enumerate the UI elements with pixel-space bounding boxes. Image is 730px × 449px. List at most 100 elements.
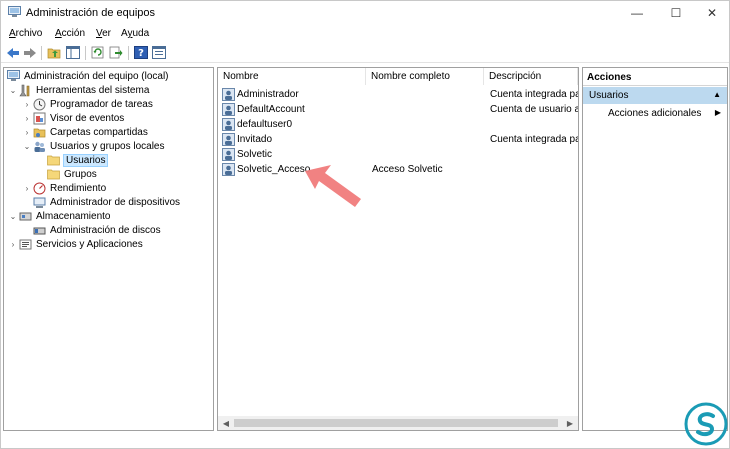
help-icon[interactable]: ? [133,45,149,60]
scroll-right-icon[interactable]: ▶ [563,417,577,429]
tree-groups[interactable]: Grupos [46,167,98,181]
svg-text:?: ? [138,48,144,59]
tree-label: Almacenamiento [36,210,111,222]
back-icon[interactable] [5,45,21,60]
tree-label: Usuarios [63,153,109,167]
column-header-description[interactable]: Descripción [484,68,578,85]
collapsed-chevron-icon[interactable]: › [22,125,32,139]
collapse-caret-icon[interactable]: ▲ [713,90,721,99]
menu-bar: Archivo Acción Ver Ayuda [1,26,729,43]
menu-label: Archivo [9,28,43,39]
user-full-name: Acceso Solvetic [372,164,443,175]
tree-storage[interactable]: ⌄ Almacenamiento [8,209,111,223]
user-name: Invitado [237,134,273,145]
close-button[interactable]: ✕ [694,1,730,25]
user-name: Solvetic [237,149,273,160]
expanded-chevron-icon[interactable]: ⌄ [22,139,32,153]
user-name: defaultuser0 [237,119,293,130]
table-row[interactable]: DefaultAccount Cuenta de usuario ad [222,102,578,117]
maximize-button[interactable]: ☐ [658,1,694,25]
tree-services-apps[interactable]: › Servicios y Aplicaciones [8,237,144,251]
export-list-icon[interactable] [108,45,124,60]
user-description: Cuenta integrada para [490,134,578,145]
minimize-button[interactable]: — [619,1,655,25]
collapsed-chevron-icon[interactable]: › [22,181,32,195]
table-row[interactable]: Solvetic [222,147,578,162]
annotation-arrow-icon [305,165,361,207]
refresh-icon[interactable] [90,45,106,60]
user-name: Administrador [237,89,299,100]
more-actions-item[interactable]: Acciones adicionales ▶ [583,108,727,123]
tree-users[interactable]: Usuarios [46,153,109,167]
menu-access-key: A [55,28,62,39]
collapsed-chevron-icon[interactable]: › [22,97,32,111]
column-header-full-name[interactable]: Nombre completo [366,68,484,85]
menu-access-key: y [127,28,133,39]
column-header-name[interactable]: Nombre [218,68,366,85]
tree-event-viewer[interactable]: › Visor de eventos [22,111,125,125]
shared-folder-icon [32,126,46,139]
tree-root[interactable]: Administración del equipo (local) [6,69,170,83]
menu-ayuda[interactable]: Ayuda [121,28,149,39]
menu-accion[interactable]: Acción [55,28,85,39]
tree-task-scheduler[interactable]: › Programador de tareas [22,97,154,111]
users-groups-icon [32,140,46,153]
tree-label: Herramientas del sistema [36,84,150,96]
tree-system-tools[interactable]: ⌄ Herramientas del sistema [8,83,150,97]
table-row[interactable]: Administrador Cuenta integrada para [222,87,578,102]
collapsed-chevron-icon[interactable]: › [8,237,18,251]
collapsed-chevron-icon[interactable]: › [22,111,32,125]
performance-icon [32,182,46,195]
tree-label: Visor de eventos [50,112,125,124]
folder-icon [46,168,60,181]
clock-icon [32,98,46,111]
show-hide-tree-icon[interactable] [65,45,81,60]
console-tree: Administración del equipo (local) ⌄ Herr… [3,67,214,431]
tree-performance[interactable]: › Rendimiento [22,181,107,195]
tree-local-users-groups[interactable]: ⌄ Usuarios y grupos locales [22,139,166,153]
tree-disk-management[interactable]: Administración de discos [32,223,162,237]
user-description: Cuenta de usuario ad [490,104,578,115]
scrollbar-thumb[interactable] [234,419,558,427]
expanded-chevron-icon[interactable]: ⌄ [8,209,18,223]
computer-management-icon [6,70,20,83]
user-name: Solvetic_Acceso [237,164,311,175]
tree-shared-folders[interactable]: › Carpetas compartidas [22,125,149,139]
actions-header: Acciones [583,68,727,86]
actions-section-label: Usuarios [589,90,629,101]
menu-archivo[interactable]: Archivo [9,28,42,39]
disk-icon [32,224,46,237]
up-folder-icon[interactable] [46,45,62,60]
tree-device-manager[interactable]: Administrador de dispositivos [32,195,181,209]
forward-icon[interactable] [22,45,38,60]
computer-management-app-icon [8,6,21,18]
user-name: DefaultAccount [237,104,305,115]
user-icon [222,163,235,176]
tree-label: Carpetas compartidas [50,126,148,138]
tree-label: Servicios y Aplicaciones [36,238,143,250]
folder-icon [46,154,60,167]
table-row[interactable]: defaultuser0 [222,117,578,132]
event-viewer-icon [32,112,46,125]
menu-access-key: A [9,28,16,39]
title-bar: Administración de equipos — ☐ ✕ [1,1,729,25]
expanded-chevron-icon[interactable]: ⌄ [8,83,18,97]
table-row[interactable]: Invitado Cuenta integrada para [222,132,578,147]
menu-label: Acción [55,28,86,39]
tree-label: Usuarios y grupos locales [50,140,165,152]
submenu-arrow-icon: ▶ [714,108,721,117]
horizontal-scrollbar[interactable]: ◀ ▶ [218,416,578,430]
scroll-left-icon[interactable]: ◀ [219,417,233,429]
menu-ver[interactable]: Ver [96,28,111,39]
window-title: Administración de equipos [26,7,156,19]
toolbar: ? [1,43,729,63]
services-icon [18,238,32,251]
tree-label: Programador de tareas [50,98,153,110]
properties-icon[interactable] [151,45,167,60]
computer-management-window: Administración de equipos — ☐ ✕ Archivo … [0,0,730,449]
actions-section-users[interactable]: Usuarios ▲ [583,87,727,104]
menu-access-key: V [96,28,103,39]
tree-label: Rendimiento [50,182,107,194]
table-row[interactable]: Solvetic_Acceso Acceso Solvetic [222,162,578,177]
menu-label: Ver [96,28,112,39]
